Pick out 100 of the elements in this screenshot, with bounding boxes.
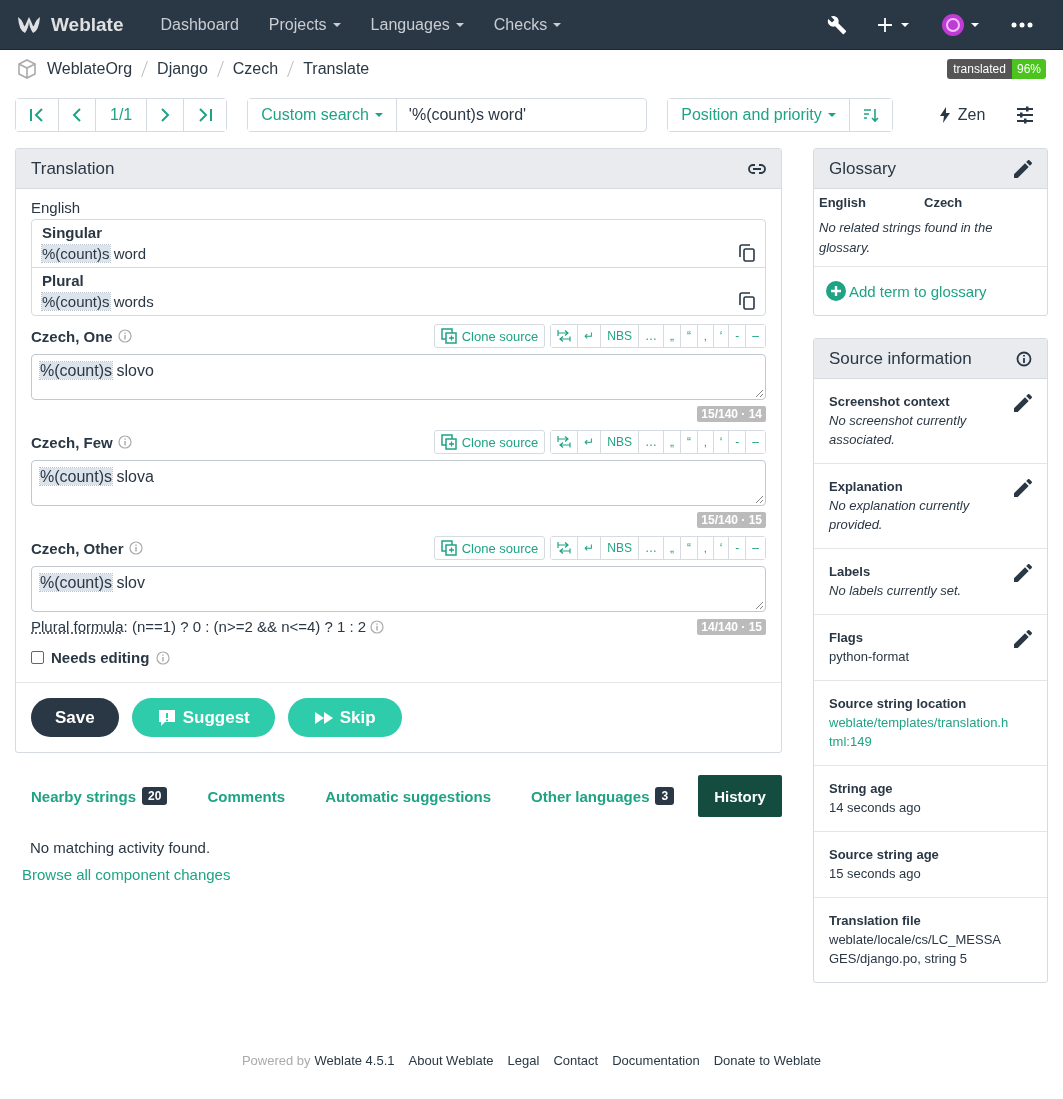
- length-counter: 15/140 · 14: [697, 406, 766, 422]
- translation-field[interactable]: %(count)s slovo: [31, 354, 766, 400]
- info-label: Translation file: [829, 912, 922, 930]
- resize-handle[interactable]: [755, 389, 763, 397]
- edit-icon[interactable]: [1014, 564, 1032, 582]
- tab-icon: [557, 436, 572, 448]
- powered-by-text: Powered by: [241, 1053, 311, 1068]
- tab-icon: [557, 542, 572, 554]
- link-icon[interactable]: [748, 163, 766, 174]
- clone-source-button[interactable]: Clone source: [433, 536, 546, 560]
- plus-circle-icon: [826, 281, 846, 301]
- wrench-icon[interactable]: [827, 14, 847, 35]
- nav-menu-item[interactable]: Dashboard: [145, 15, 254, 34]
- tab[interactable]: History: [698, 775, 782, 817]
- save-button[interactable]: Save: [31, 698, 119, 737]
- next-icon: [160, 108, 171, 122]
- nav-menu-item[interactable]: Checks: [478, 15, 577, 34]
- more-icon[interactable]: [1011, 21, 1033, 28]
- column-header: Czech: [924, 195, 964, 210]
- first-button[interactable]: [16, 99, 59, 131]
- nav-menu-item[interactable]: Languages: [355, 15, 479, 34]
- sort-icon: [862, 107, 879, 123]
- source-label: Plural: [42, 272, 85, 289]
- lightning-icon: [938, 107, 951, 123]
- breadcrumb-link[interactable]: Czech: [232, 60, 279, 78]
- tab-icon: [557, 330, 572, 342]
- length-counter: 14/140 · 15: [697, 618, 766, 635]
- source-text: %(count)s word: [42, 244, 147, 262]
- panel-title: Source information: [829, 348, 972, 369]
- empty-message: No matching activity found.: [29, 838, 212, 858]
- fast-forward-icon: [313, 710, 334, 725]
- skip-button[interactable]: Skip: [287, 698, 402, 737]
- tab[interactable]: Automatic suggestions: [309, 775, 507, 817]
- info-value: python-format: [829, 648, 911, 666]
- resize-handle[interactable]: [755, 495, 763, 503]
- footer-link[interactable]: Contact: [553, 1053, 599, 1068]
- footer-link[interactable]: Weblate 4.5.1: [314, 1053, 395, 1068]
- info-icon: [117, 329, 132, 343]
- info-label: Flags: [829, 629, 864, 647]
- breadcrumb-link[interactable]: Django: [157, 60, 208, 78]
- footer-link[interactable]: Documentation: [612, 1053, 700, 1068]
- translation-field[interactable]: %(count)s slov: [31, 566, 766, 612]
- info-value: No screenshot currently associated.: [829, 412, 968, 449]
- previous-icon: [72, 108, 82, 122]
- info-icon: [128, 541, 143, 555]
- plural-label: Czech, Few: [31, 433, 113, 451]
- tab[interactable]: Comments: [191, 775, 302, 817]
- breadcrumb-link[interactable]: WeblateOrg: [47, 60, 133, 78]
- info-label: String age: [829, 780, 894, 798]
- resize-handle[interactable]: [755, 601, 763, 609]
- copy-icon[interactable]: [739, 244, 755, 262]
- add-menu-icon[interactable]: [877, 16, 911, 33]
- info-value: No labels currently set.: [829, 582, 963, 600]
- sort-dropdown[interactable]: Position and priority: [668, 99, 850, 131]
- settings-icon[interactable]: [1015, 105, 1036, 125]
- info-label: Source string location: [829, 695, 968, 713]
- edit-icon[interactable]: [1014, 394, 1032, 412]
- last-icon: [197, 108, 214, 122]
- edit-icon[interactable]: [1014, 479, 1032, 497]
- info-label: Source string age: [829, 846, 940, 864]
- comment-icon: [156, 707, 177, 728]
- first-icon: [29, 108, 45, 122]
- source-location-link[interactable]: weblate/templates/translation.html:149: [829, 713, 1009, 751]
- clone-icon: [440, 540, 457, 556]
- footer-link[interactable]: Legal: [507, 1053, 540, 1068]
- info-value: 14 seconds ago: [829, 799, 922, 817]
- info-icon: [156, 650, 171, 665]
- info-label: Labels: [829, 563, 872, 581]
- info-label: Screenshot context: [829, 393, 951, 411]
- needs-editing-checkbox[interactable]: [31, 651, 44, 664]
- edit-icon[interactable]: [1014, 630, 1032, 648]
- clone-icon: [440, 434, 457, 450]
- project-icon: [17, 59, 37, 79]
- info-value: 15 seconds ago: [829, 865, 922, 883]
- edit-icon[interactable]: [1014, 159, 1032, 178]
- avatar-menu-icon[interactable]: [941, 12, 981, 37]
- tab[interactable]: Other languages 3: [515, 775, 691, 817]
- info-icon: [370, 619, 385, 634]
- translation-field[interactable]: %(count)s slova: [31, 460, 766, 506]
- plural-label: Czech, One: [31, 327, 113, 345]
- breadcrumb-link[interactable]: Translate: [303, 60, 370, 78]
- column-header: English: [819, 195, 867, 210]
- suggest-button[interactable]: Suggest: [131, 698, 275, 737]
- nav-menu-item[interactable]: Projects: [253, 15, 356, 34]
- clone-source-button[interactable]: Clone source: [433, 324, 546, 348]
- clone-source-button[interactable]: Clone source: [433, 430, 546, 454]
- plural-formula: Plural formula: (n==1) ? 0 : (n>=2 && n<=4) ? 1 : 2: [31, 618, 367, 635]
- copy-icon[interactable]: [739, 292, 755, 310]
- source-label: Singular: [42, 224, 103, 241]
- footer-link[interactable]: Donate to Weblate: [713, 1053, 822, 1068]
- footer-link[interactable]: About Weblate: [408, 1053, 494, 1068]
- info-icon: [1016, 350, 1032, 367]
- add-term-link[interactable]: Add term to glossary: [826, 281, 1035, 301]
- browse-changes-link[interactable]: Browse all component changes: [22, 866, 231, 883]
- panel-title: Translation: [31, 158, 115, 179]
- brand-link[interactable]: Weblate: [51, 13, 124, 36]
- zen-button[interactable]: Zen: [932, 105, 992, 125]
- clone-icon: [440, 328, 457, 344]
- tab[interactable]: Nearby strings 20: [15, 775, 184, 817]
- info-value: weblate/locale/cs/LC_MESSAGES/django.po, string 5: [829, 931, 1002, 968]
